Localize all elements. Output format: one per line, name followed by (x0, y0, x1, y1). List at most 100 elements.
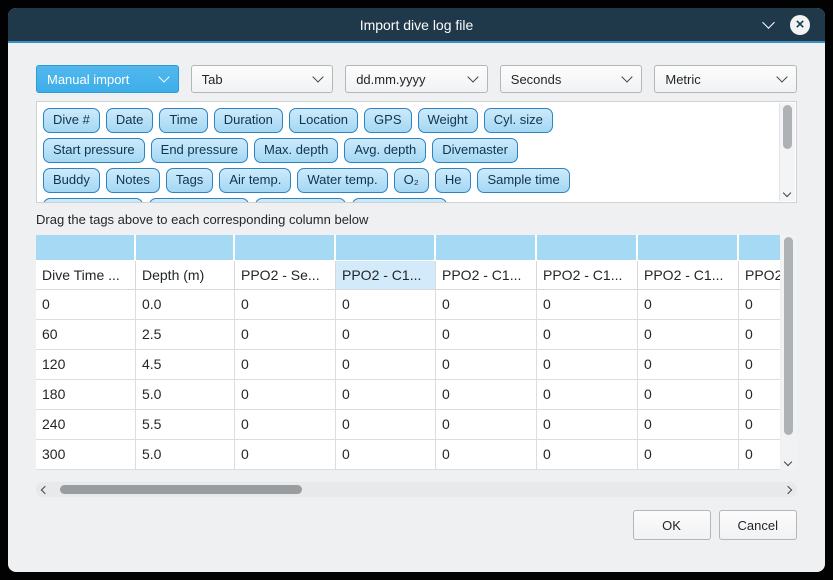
table-cell: 0 (235, 290, 336, 320)
combo-metric[interactable]: Metric (654, 65, 797, 93)
combo-value: Metric (665, 72, 778, 87)
combo-value: dd.mm.yyyy (356, 72, 469, 87)
drop-row (36, 235, 780, 260)
tag-scrollbar-thumb[interactable] (783, 105, 792, 149)
chevron-down-icon (622, 71, 633, 82)
tag-location[interactable]: Location (289, 108, 358, 133)
drop-target-col-7[interactable] (638, 235, 739, 260)
tag-cyl-size[interactable]: Cyl. size (484, 108, 553, 133)
tag-o[interactable]: O₂ (394, 168, 429, 193)
tag-dive[interactable]: Dive # (43, 108, 100, 133)
tag-date[interactable]: Date (106, 108, 153, 133)
table-cell: 0 (436, 290, 537, 320)
tag-start-pressure[interactable]: Start pressure (43, 138, 145, 163)
shade-window-chevron-down-icon[interactable] (762, 16, 775, 29)
chevron-down-icon (776, 71, 787, 82)
tag-time[interactable]: Time (159, 108, 207, 133)
tag-water-temp[interactable]: Water temp. (297, 168, 387, 193)
column-header-8: PPO2 (739, 261, 780, 290)
column-header-1: Dive Time ... (36, 261, 136, 290)
table-cell: 5.0 (136, 440, 235, 470)
dialog-buttons: OK Cancel (36, 510, 797, 540)
combo-row: Manual import Tab dd.mm.yyyy Seconds Metric (36, 65, 797, 93)
chevron-down-icon (158, 71, 169, 82)
tag-tags[interactable]: Tags (166, 168, 213, 193)
instruction-text: Drag the tags above to each correspondin… (36, 212, 797, 227)
chevron-down-icon (313, 71, 324, 82)
tag-buddy[interactable]: Buddy (43, 168, 100, 193)
table-cell: 0 (36, 290, 136, 320)
combo-seconds[interactable]: Seconds (500, 65, 643, 93)
tag-sample-cns[interactable]: Sample CNS (352, 198, 447, 203)
horizontal-scrollbar-thumb[interactable] (60, 485, 302, 494)
table-cell: 0 (436, 320, 537, 350)
tag-scrollbar[interactable] (779, 103, 795, 201)
tag-row: Dive #DateTime DurationLocationGPS WeightC… (43, 108, 772, 133)
column-header-5: PPO2 - C1... (436, 261, 537, 290)
tag-sample-time[interactable]: Sample time (477, 168, 569, 193)
scroll-right-icon[interactable] (784, 486, 792, 494)
tag-avg-depth[interactable]: Avg. depth (344, 138, 426, 163)
tag-notes[interactable]: Notes (106, 168, 160, 193)
table-cell: 0 (638, 350, 739, 380)
tag-air-temp[interactable]: Air temp. (219, 168, 291, 193)
tag-sample-po[interactable]: Sample pO₂ (255, 198, 345, 203)
column-header-2: Depth (m) (136, 261, 235, 290)
table-cell: 0 (235, 350, 336, 380)
table-cell: 0 (638, 440, 739, 470)
combo-manual-import[interactable]: Manual import (36, 65, 179, 93)
table-cell: 0 (739, 410, 780, 440)
drop-target-col-5[interactable] (436, 235, 537, 260)
table-row: 00.0000000 (36, 290, 780, 320)
table-cell: 0 (436, 440, 537, 470)
table-cell: 0 (436, 410, 537, 440)
tag-duration[interactable]: Duration (214, 108, 283, 133)
table-cell: 0 (537, 350, 638, 380)
tag-he[interactable]: He (435, 168, 472, 193)
drop-target-col-4[interactable] (336, 235, 436, 260)
tag-sample-depth[interactable]: Sample depth (43, 198, 143, 203)
tag-end-pressure[interactable]: End pressure (151, 138, 248, 163)
tag-gps[interactable]: GPS (364, 108, 411, 133)
tag-sample-temp[interactable]: Sample temp. (149, 198, 249, 203)
table-cell: 0 (336, 410, 436, 440)
scroll-down-icon[interactable] (783, 189, 791, 197)
table-row: 1805.0000000 (36, 380, 780, 410)
import-dialog: Import dive log file × Manual import Tab d… (8, 8, 825, 572)
table-cell: 0 (739, 440, 780, 470)
table-cell: 0 (235, 380, 336, 410)
table-cell: 0 (336, 320, 436, 350)
cancel-button[interactable]: Cancel (719, 510, 797, 540)
table-cell: 0 (638, 320, 739, 350)
table-row: 602.5000000 (36, 320, 780, 350)
dialog-content: Manual importTabdd.mm.yyyySecondsMetric … (8, 43, 825, 540)
table-scrollbar-thumb[interactable] (784, 237, 793, 435)
table-scrollbar[interactable] (781, 235, 797, 470)
scroll-left-icon[interactable] (41, 486, 49, 494)
ok-button[interactable]: OK (633, 510, 711, 540)
titlebar[interactable]: Import dive log file × (8, 8, 825, 41)
scroll-down-icon[interactable] (784, 458, 792, 466)
drop-target-col-6[interactable] (537, 235, 638, 260)
table-row: 2405.5000000 (36, 410, 780, 440)
drop-target-col-3[interactable] (235, 235, 336, 260)
table-cell: 0 (537, 440, 638, 470)
combo-value: Tab (202, 72, 315, 87)
table-cell: 5.5 (136, 410, 235, 440)
tag-weight[interactable]: Weight (418, 108, 478, 133)
tag-max-depth[interactable]: Max. depth (254, 138, 338, 163)
table-cell: 0 (537, 380, 638, 410)
drop-target-col-2[interactable] (136, 235, 235, 260)
table-cell: 0 (235, 440, 336, 470)
tag-row: Sample depth Sample temp. Sample pO₂ Sample… (43, 198, 772, 203)
combo-tab[interactable]: Tab (191, 65, 334, 93)
drop-target-col-8[interactable] (739, 235, 780, 260)
combo-dd-mm-yyyy[interactable]: dd.mm.yyyy (345, 65, 488, 93)
table-cell: 0 (638, 410, 739, 440)
horizontal-scrollbar[interactable] (36, 482, 797, 497)
close-button[interactable]: × (790, 15, 810, 35)
tag-divemaster[interactable]: Divemaster (432, 138, 518, 163)
table-cell: 0 (537, 410, 638, 440)
drop-target-col-1[interactable] (36, 235, 136, 260)
table-cell: 5.0 (136, 380, 235, 410)
